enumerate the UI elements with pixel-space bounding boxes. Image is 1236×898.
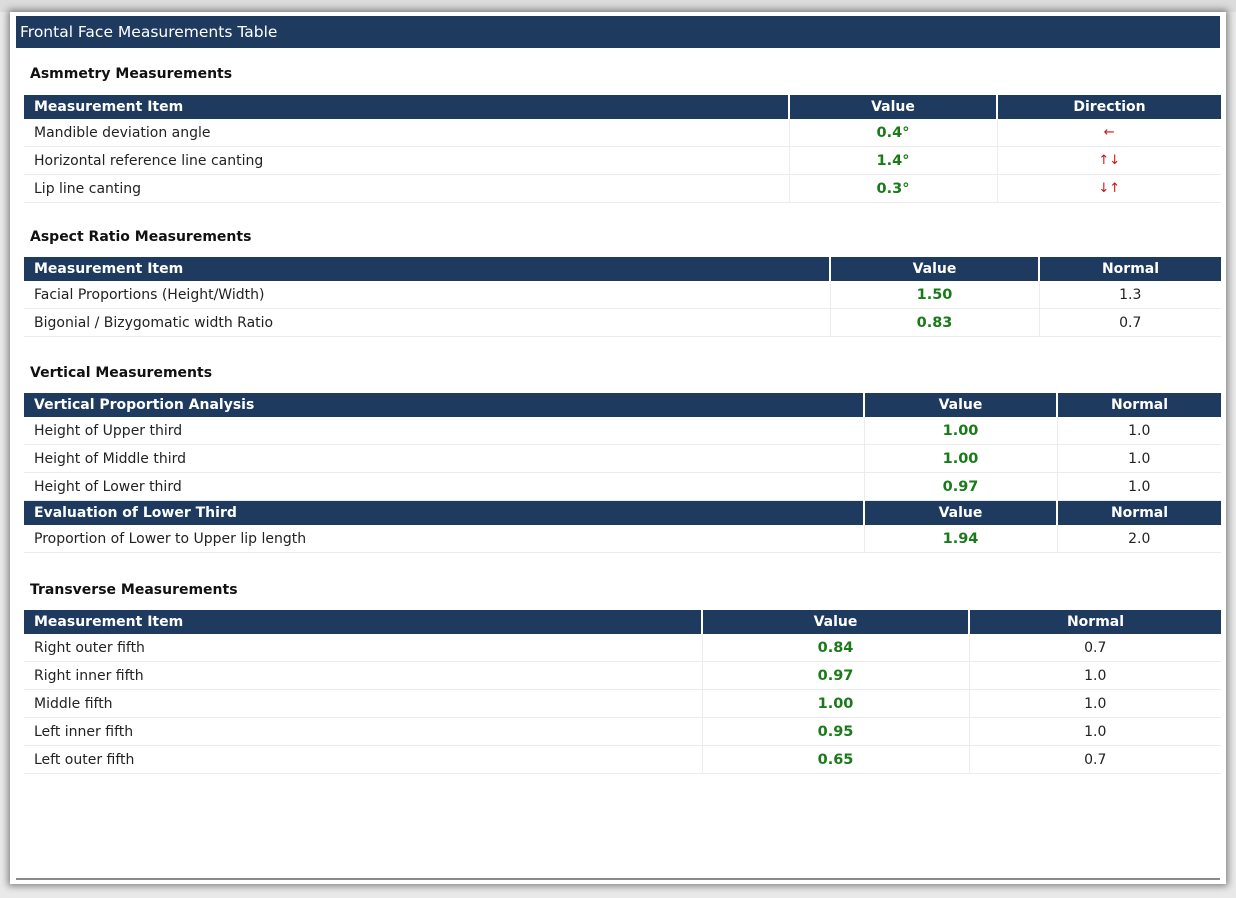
table-row: Height of Lower third 0.97 1.0 bbox=[24, 472, 1221, 501]
measurement-item: Lip line canting bbox=[24, 174, 790, 203]
normal-value: 2.0 bbox=[1057, 525, 1221, 553]
table-row: Horizontal reference line canting 1.4° ↑… bbox=[24, 146, 1221, 175]
table-row: Right inner fifth 0.97 1.0 bbox=[24, 661, 1221, 690]
normal-value: 0.7 bbox=[969, 745, 1221, 774]
normal-value: 1.3 bbox=[1039, 281, 1221, 309]
measurement-item: Right inner fifth bbox=[24, 661, 703, 690]
normal-value: 1.0 bbox=[1057, 472, 1221, 501]
column-header[interactable]: Normal bbox=[1057, 500, 1221, 525]
measurement-value: 1.00 bbox=[702, 689, 970, 718]
table-row: Lip line canting 0.3° ↓↑ bbox=[24, 174, 1221, 203]
direction-arrow-icon: ↑↓ bbox=[997, 146, 1221, 175]
column-header[interactable]: Measurement Item bbox=[24, 257, 831, 281]
measurement-value: 0.83 bbox=[830, 308, 1040, 337]
table-row: Height of Upper third 1.00 1.0 bbox=[24, 417, 1221, 445]
table-row: Height of Middle third 1.00 1.0 bbox=[24, 444, 1221, 473]
table-header-row: Measurement Item Value Normal bbox=[24, 257, 1221, 281]
column-header[interactable]: Value bbox=[702, 610, 970, 634]
measurement-item: Height of Lower third bbox=[24, 472, 865, 501]
measurement-value: 0.97 bbox=[702, 661, 970, 690]
column-header[interactable]: Measurement Item bbox=[24, 95, 790, 119]
transverse-section-title: Transverse Measurements bbox=[30, 582, 238, 598]
measurement-item: Left outer fifth bbox=[24, 745, 703, 774]
measurement-item: Proportion of Lower to Upper lip length bbox=[24, 525, 865, 553]
measurement-item: Facial Proportions (Height/Width) bbox=[24, 281, 831, 309]
vertical-table: Vertical Proportion Analysis Value Norma… bbox=[24, 393, 1221, 553]
aspect-table: Measurement Item Value Normal Facial Pro… bbox=[24, 257, 1221, 337]
normal-value: 1.0 bbox=[1057, 444, 1221, 473]
measurement-value: 0.84 bbox=[702, 634, 970, 662]
table-row: Facial Proportions (Height/Width) 1.50 1… bbox=[24, 281, 1221, 309]
table-row: Left inner fifth 0.95 1.0 bbox=[24, 717, 1221, 746]
measurement-item: Horizontal reference line canting bbox=[24, 146, 790, 175]
column-header[interactable]: Normal bbox=[969, 610, 1221, 634]
normal-value: 1.0 bbox=[969, 717, 1221, 746]
column-header[interactable]: Value bbox=[864, 500, 1058, 525]
measurement-item: Bigonial / Bizygomatic width Ratio bbox=[24, 308, 831, 337]
column-header[interactable]: Vertical Proportion Analysis bbox=[24, 393, 865, 417]
measurements-panel: Frontal Face Measurements Table Asmmetry… bbox=[10, 12, 1226, 884]
normal-value: 1.0 bbox=[969, 689, 1221, 718]
normal-value: 0.7 bbox=[1039, 308, 1221, 337]
table-header-row: Measurement Item Value Normal bbox=[24, 610, 1221, 634]
direction-arrow-icon: ↓↑ bbox=[997, 174, 1221, 203]
column-header[interactable]: Value bbox=[864, 393, 1058, 417]
measurement-value: 1.00 bbox=[864, 417, 1058, 445]
measurement-value: 1.50 bbox=[830, 281, 1040, 309]
vertical-section-title: Vertical Measurements bbox=[30, 365, 213, 381]
panel-bottom-divider bbox=[16, 878, 1220, 880]
table-row: Middle fifth 1.00 1.0 bbox=[24, 689, 1221, 718]
table-subheader-row: Evaluation of Lower Third Value Normal bbox=[24, 500, 1221, 525]
measurement-value: 1.94 bbox=[864, 525, 1058, 553]
asymmetry-table: Measurement Item Value Direction Mandibl… bbox=[24, 95, 1221, 203]
measurement-value: 0.3° bbox=[789, 174, 998, 203]
measurement-value: 1.00 bbox=[864, 444, 1058, 473]
table-row: Right outer fifth 0.84 0.7 bbox=[24, 634, 1221, 662]
table-row: Left outer fifth 0.65 0.7 bbox=[24, 745, 1221, 774]
measurement-item: Height of Upper third bbox=[24, 417, 865, 445]
table-row: Bigonial / Bizygomatic width Ratio 0.83 … bbox=[24, 308, 1221, 337]
column-header[interactable]: Measurement Item bbox=[24, 610, 703, 634]
normal-value: 0.7 bbox=[969, 634, 1221, 662]
column-header[interactable]: Normal bbox=[1057, 393, 1221, 417]
column-header[interactable]: Direction bbox=[997, 95, 1221, 119]
measurement-value: 0.97 bbox=[864, 472, 1058, 501]
measurement-item: Left inner fifth bbox=[24, 717, 703, 746]
column-header[interactable]: Evaluation of Lower Third bbox=[24, 500, 865, 525]
direction-arrow-icon: ← bbox=[997, 119, 1221, 147]
asymmetry-section-title: Asmmetry Measurements bbox=[30, 66, 233, 82]
measurement-item: Height of Middle third bbox=[24, 444, 865, 473]
table-header-row: Vertical Proportion Analysis Value Norma… bbox=[24, 393, 1221, 417]
column-header[interactable]: Value bbox=[789, 95, 998, 119]
table-row: Mandible deviation angle 0.4° ← bbox=[24, 119, 1221, 147]
measurement-value: 0.4° bbox=[789, 119, 998, 147]
measurement-value: 0.65 bbox=[702, 745, 970, 774]
measurement-item: Mandible deviation angle bbox=[24, 119, 790, 147]
normal-value: 1.0 bbox=[1057, 417, 1221, 445]
normal-value: 1.0 bbox=[969, 661, 1221, 690]
aspect-section-title: Aspect Ratio Measurements bbox=[30, 229, 252, 245]
panel-title: Frontal Face Measurements Table bbox=[16, 16, 1220, 48]
table-header-row: Measurement Item Value Direction bbox=[24, 95, 1221, 119]
measurement-item: Right outer fifth bbox=[24, 634, 703, 662]
measurement-item: Middle fifth bbox=[24, 689, 703, 718]
transverse-table: Measurement Item Value Normal Right oute… bbox=[24, 610, 1221, 774]
measurement-value: 1.4° bbox=[789, 146, 998, 175]
table-row: Proportion of Lower to Upper lip length … bbox=[24, 525, 1221, 553]
column-header[interactable]: Value bbox=[830, 257, 1040, 281]
column-header[interactable]: Normal bbox=[1039, 257, 1221, 281]
background-strip bbox=[0, 0, 1236, 12]
measurement-value: 0.95 bbox=[702, 717, 970, 746]
